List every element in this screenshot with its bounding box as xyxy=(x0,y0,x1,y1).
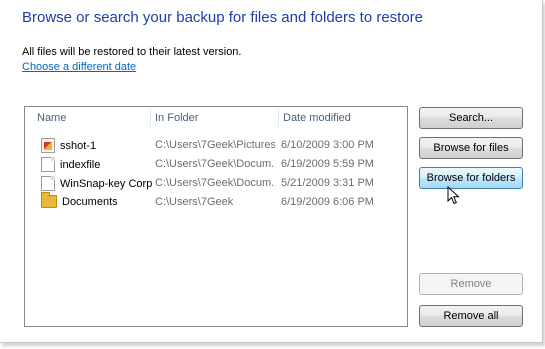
item-name: indexfile xyxy=(60,158,101,171)
item-name: WinSnap-key Corp xyxy=(60,177,153,190)
item-date: 6/19/2009 5:59 PM xyxy=(281,158,374,170)
item-date: 6/10/2009 3:00 PM xyxy=(281,139,374,151)
remove-button[interactable]: Remove xyxy=(419,273,523,295)
document-file-icon xyxy=(41,176,55,191)
browse-folders-button[interactable]: Browse for folders xyxy=(419,167,523,189)
column-separator[interactable] xyxy=(278,109,279,127)
item-name-cell: sshot-1 xyxy=(41,138,96,153)
item-date: 5/21/2009 3:31 PM xyxy=(281,177,374,189)
item-folder: C:\Users\7Geek xyxy=(155,196,234,208)
list-item[interactable]: sshot-1 C:\Users\7Geek\Pictures 6/10/200… xyxy=(37,136,397,155)
item-name: sshot-1 xyxy=(60,139,97,152)
list-item[interactable]: WinSnap-key Corp C:\Users\7Geek\Docum...… xyxy=(37,174,397,193)
item-folder: C:\Users\7Geek\Pictures xyxy=(155,139,275,151)
list-item[interactable]: Documents C:\Users\7Geek 6/19/2009 6:06 … xyxy=(37,192,397,212)
item-folder: C:\Users\7Geek\Docum... xyxy=(155,158,275,170)
item-name: Documents xyxy=(62,195,118,208)
search-button[interactable]: Search... xyxy=(419,107,523,129)
page-title: Browse or search your backup for files a… xyxy=(22,9,424,26)
folder-icon xyxy=(41,192,57,208)
item-folder: C:\Users\7Geek\Docum... xyxy=(155,177,275,189)
restore-file-list[interactable]: Name In Folder Date modified sshot-1 C:\… xyxy=(24,106,408,327)
item-name-cell: indexfile xyxy=(41,157,100,172)
item-name-cell: WinSnap-key Corp xyxy=(41,176,152,191)
item-name-cell: Documents xyxy=(41,192,118,208)
column-separator[interactable] xyxy=(150,109,151,127)
column-header-date[interactable]: Date modified xyxy=(283,112,351,124)
column-header-name[interactable]: Name xyxy=(37,112,66,124)
mouse-cursor-icon xyxy=(447,186,460,205)
restore-files-window: Browse or search your backup for files a… xyxy=(0,0,543,343)
list-header: Name In Folder Date modified xyxy=(25,107,407,129)
choose-date-link[interactable]: Choose a different date xyxy=(22,61,136,73)
remove-all-button[interactable]: Remove all xyxy=(419,305,523,327)
browse-files-button[interactable]: Browse for files xyxy=(419,137,523,159)
image-file-icon xyxy=(41,138,55,153)
item-date: 6/19/2009 6:06 PM xyxy=(281,196,374,208)
column-header-folder[interactable]: In Folder xyxy=(155,112,198,124)
document-file-icon xyxy=(41,157,55,172)
restore-info-text: All files will be restored to their late… xyxy=(22,46,242,58)
list-item[interactable]: indexfile C:\Users\7Geek\Docum... 6/19/2… xyxy=(37,155,397,174)
